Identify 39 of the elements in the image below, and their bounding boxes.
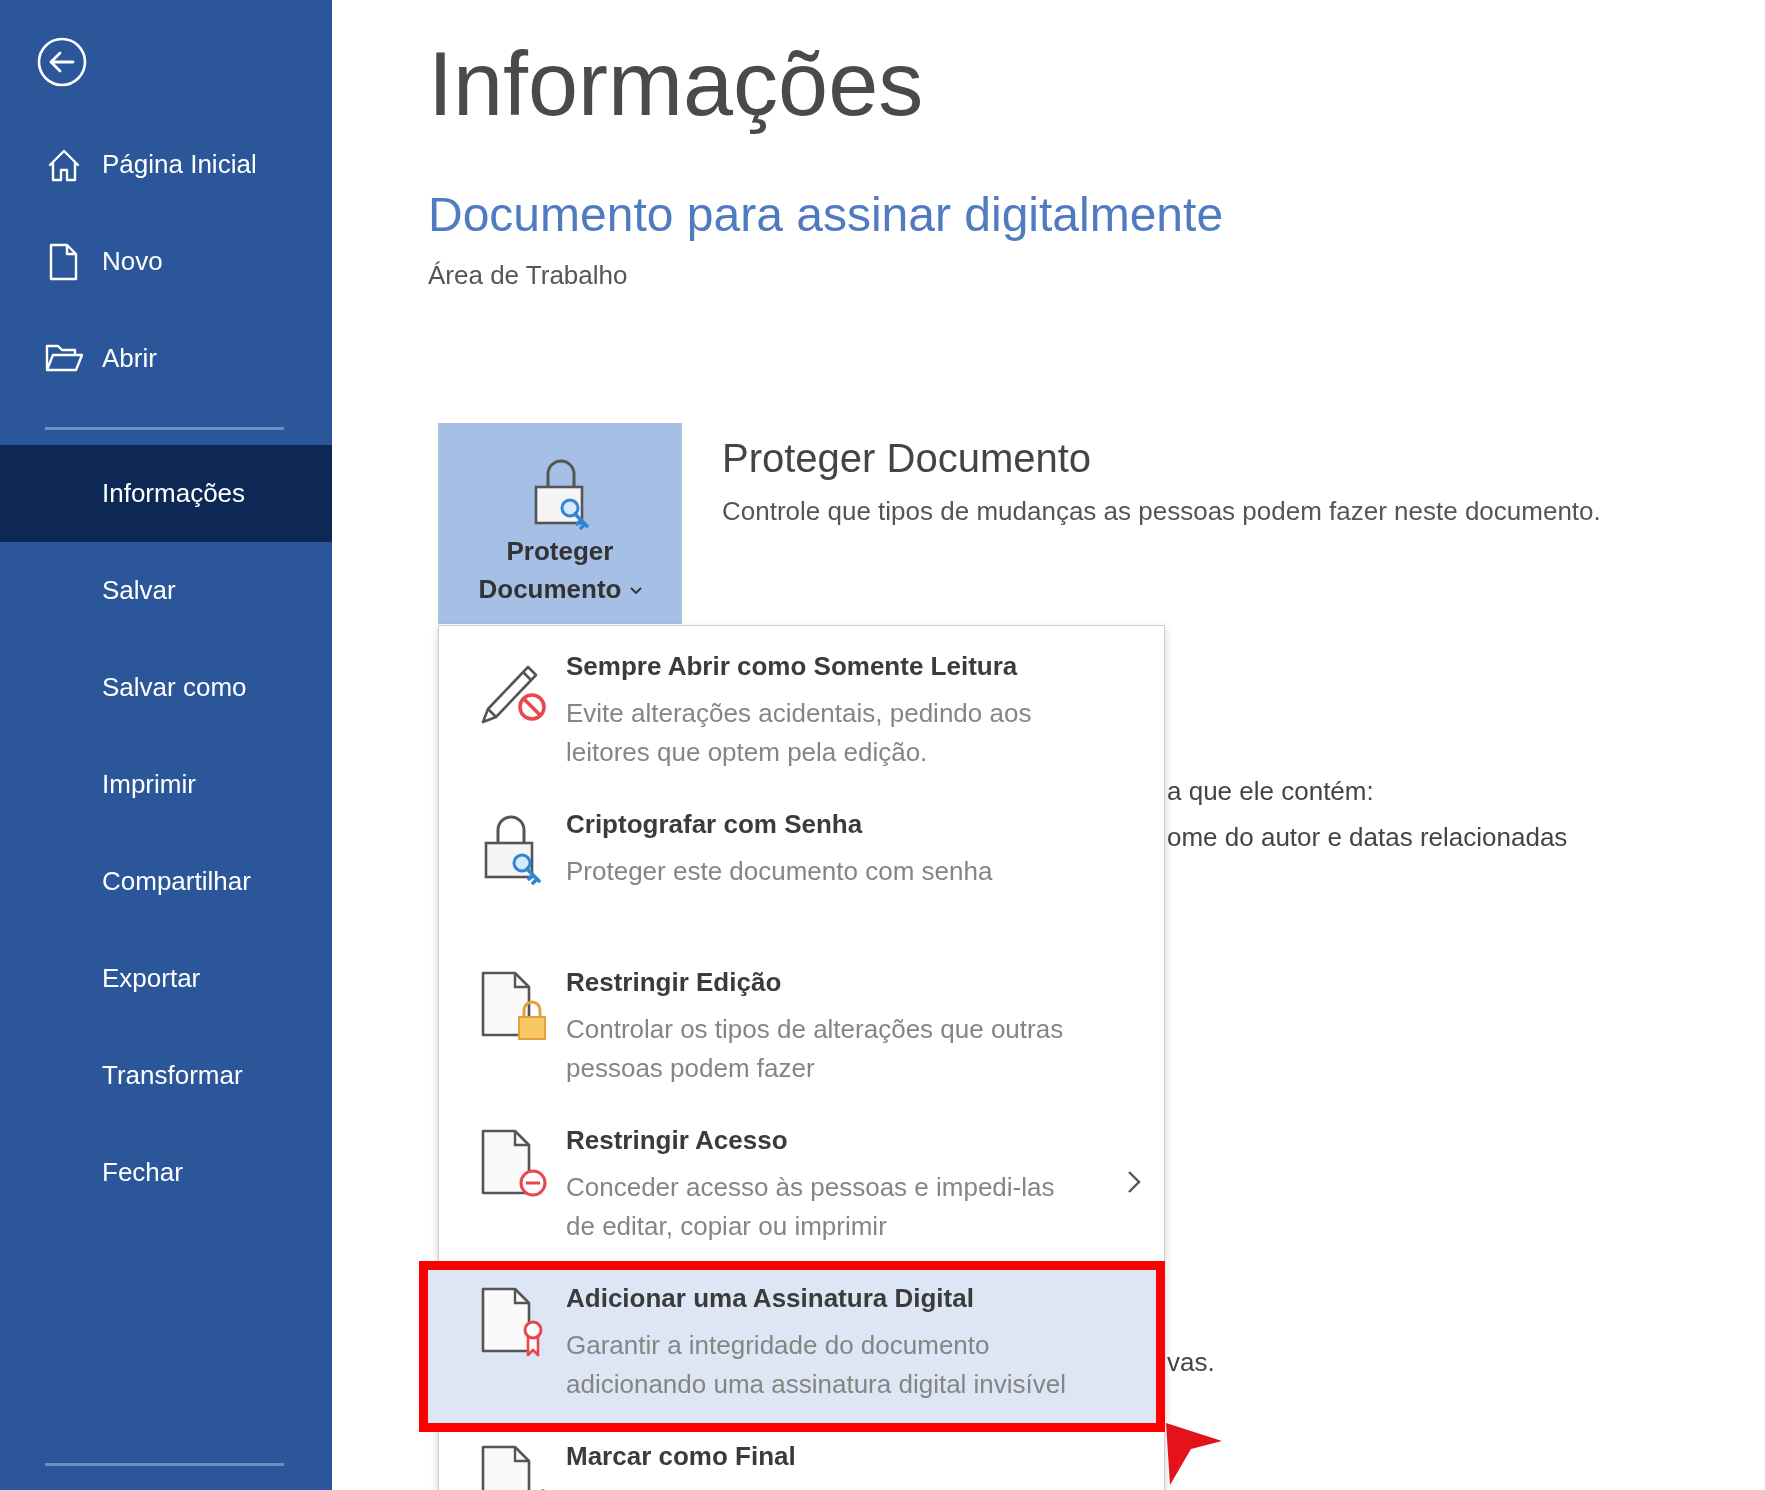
- sidebar-item[interactable]: Abrir: [0, 310, 332, 407]
- document-title: Documento para assinar digitalmente: [428, 187, 1225, 243]
- menu-item[interactable]: Restringir Edição Controlar os tipos de alterações que outras pessoas podem fazer: [439, 954, 1164, 1112]
- sidebar-item[interactable]: Imprimir: [0, 736, 332, 833]
- menu-item-title: Marcar como Final: [566, 1440, 797, 1473]
- sidebar-item[interactable]: Exportar: [0, 930, 332, 1027]
- sidebar-item[interactable]: Fechar: [0, 1124, 332, 1221]
- menu-item[interactable]: Sempre Abrir como Somente Leitura Evite alterações acidentais, pedindo aos leitores que optem pela edição.: [439, 638, 1164, 796]
- sidebar-item[interactable]: Transformar: [0, 1027, 332, 1124]
- caret-icon: [629, 587, 642, 596]
- description-text: ome do autor e datas relacionadas: [1167, 821, 1569, 854]
- document-location: Área de Trabalho: [428, 259, 629, 291]
- sidebar-item[interactable]: Informações: [0, 445, 332, 542]
- page-title: Informações: [428, 34, 925, 134]
- menu-item-description: Proteger este documento com senha: [566, 855, 994, 888]
- description-text: vas.: [1167, 1346, 1216, 1379]
- sidebar-item[interactable]: Novo: [0, 213, 332, 310]
- sidebar-item[interactable]: Salvar: [0, 542, 332, 639]
- menu-item-title: Restringir Edição: [566, 966, 783, 999]
- menu-item-title: Restringir Acesso: [566, 1124, 789, 1157]
- back-button[interactable]: [37, 37, 87, 87]
- menu-item[interactable]: Criptografar com Senha Proteger este documento com senha: [439, 796, 1164, 954]
- menu-item-title: Sempre Abrir como Somente Leitura: [566, 650, 1019, 683]
- menu-item-title: Adicionar uma Assinatura Digital: [566, 1282, 975, 1315]
- sidebar-item[interactable]: Compartilhar: [0, 833, 332, 930]
- menu-item-description: Evite alterações acidentais, pedindo aos leitores que optem pela edição.: [566, 697, 1033, 769]
- sidebar-item[interactable]: Página Inicial: [0, 116, 332, 213]
- menu-item[interactable]: Adicionar uma Assinatura Digital Garantir a integridade do documento adicionando uma assinatura digital invisível: [428, 1270, 1156, 1423]
- menu-item-title: Criptografar com Senha: [566, 808, 864, 841]
- section-heading: Proteger Documento: [722, 435, 1093, 482]
- sidebar-item[interactable]: Salvar como: [0, 639, 332, 736]
- menu-item-description: Conceder acesso às pessoas e impedi-las de editar, copiar ou imprimir: [566, 1171, 1056, 1243]
- menu-item-description: Controlar os tipos de alterações que outras pessoas podem fazer: [566, 1013, 1065, 1085]
- menu-item[interactable]: Marcar como Final: [439, 1428, 1164, 1490]
- menu-item-description: Garantir a integridade do documento adicionando uma assinatura digital invisível: [566, 1329, 1068, 1401]
- section-description: Controle que tipos de mudanças as pessoas podem fazer neste documento.: [722, 495, 1601, 528]
- description-text: a que ele contém:: [1167, 775, 1375, 808]
- menu-item[interactable]: Restringir Acesso Conceder acesso às pessoas e impedi-las de editar, copiar ou imprimir: [439, 1112, 1164, 1270]
- protect-document-button[interactable]: Proteger Documento: [438, 423, 682, 624]
